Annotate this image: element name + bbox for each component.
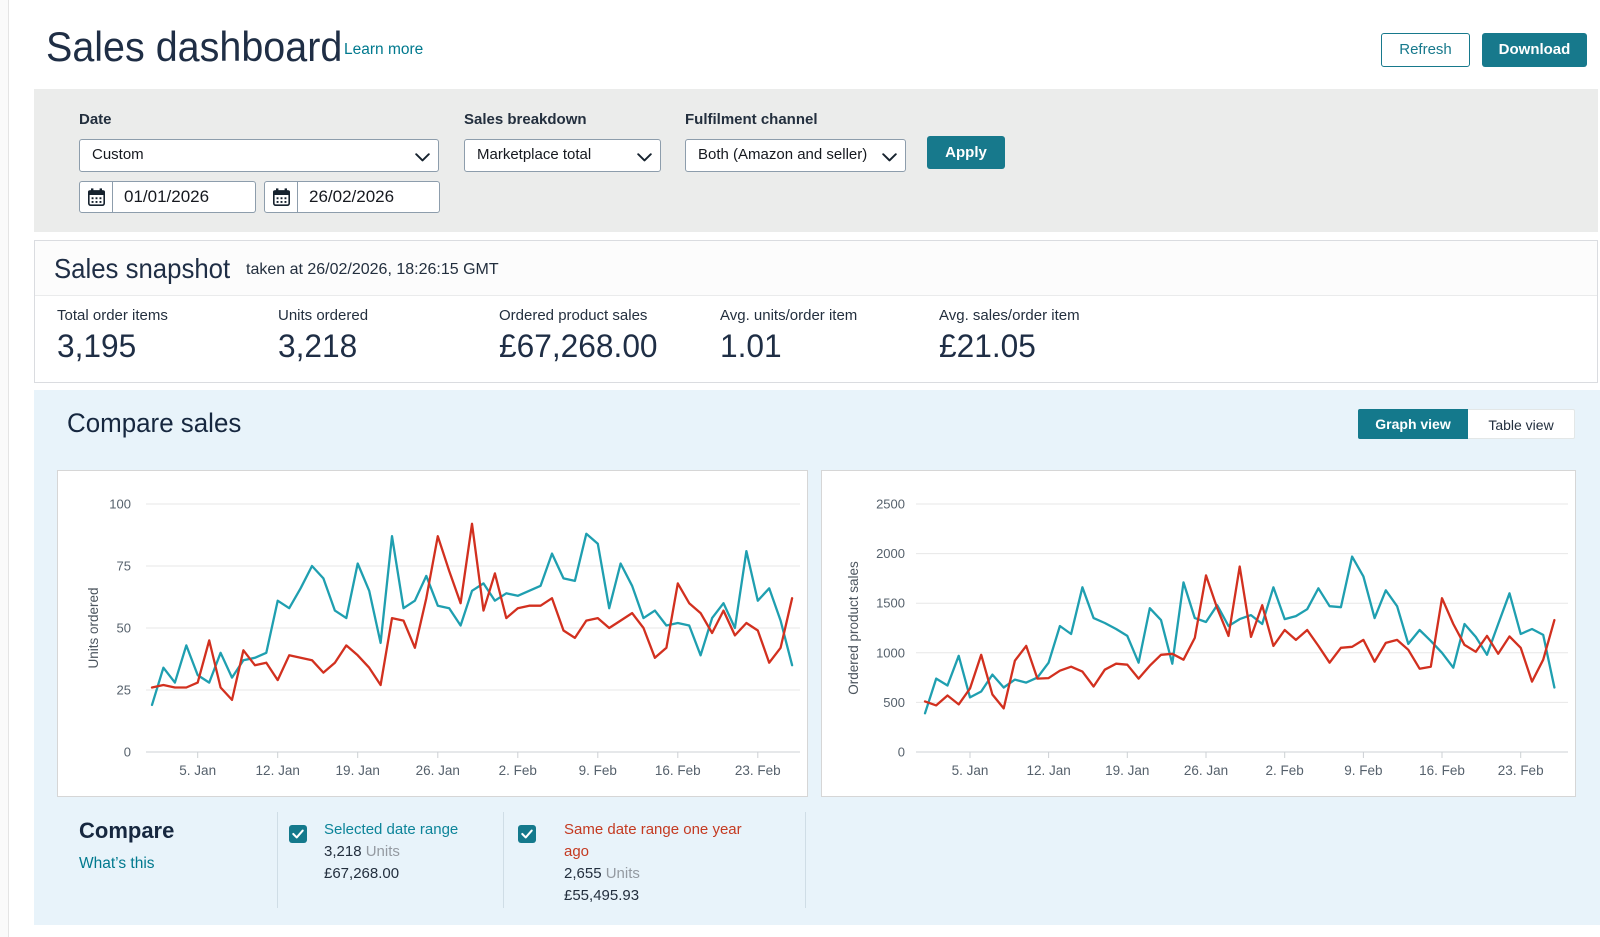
- svg-text:Ordered product sales: Ordered product sales: [846, 561, 861, 695]
- svg-text:Units ordered: Units ordered: [86, 587, 101, 668]
- svg-text:100: 100: [109, 497, 131, 512]
- svg-text:5. Jan: 5. Jan: [179, 763, 216, 778]
- svg-text:16. Feb: 16. Feb: [1419, 763, 1465, 778]
- svg-text:2. Feb: 2. Feb: [499, 763, 537, 778]
- svg-text:500: 500: [883, 695, 905, 710]
- svg-text:12. Jan: 12. Jan: [256, 763, 300, 778]
- svg-text:9. Feb: 9. Feb: [579, 763, 617, 778]
- svg-text:0: 0: [898, 745, 905, 760]
- svg-text:1000: 1000: [876, 645, 905, 660]
- svg-text:2. Feb: 2. Feb: [1266, 763, 1304, 778]
- svg-text:2000: 2000: [876, 546, 905, 561]
- svg-text:5. Jan: 5. Jan: [952, 763, 989, 778]
- svg-text:0: 0: [124, 745, 131, 760]
- svg-text:16. Feb: 16. Feb: [655, 763, 701, 778]
- svg-text:26. Jan: 26. Jan: [416, 763, 460, 778]
- svg-text:23. Feb: 23. Feb: [735, 763, 781, 778]
- svg-text:75: 75: [117, 559, 131, 574]
- svg-text:26. Jan: 26. Jan: [1184, 763, 1228, 778]
- svg-text:19. Jan: 19. Jan: [1105, 763, 1149, 778]
- svg-text:19. Jan: 19. Jan: [336, 763, 380, 778]
- svg-text:50: 50: [117, 621, 131, 636]
- svg-text:12. Jan: 12. Jan: [1026, 763, 1070, 778]
- svg-text:23. Feb: 23. Feb: [1498, 763, 1544, 778]
- svg-text:25: 25: [117, 683, 131, 698]
- svg-text:9. Feb: 9. Feb: [1344, 763, 1382, 778]
- svg-text:1500: 1500: [876, 596, 905, 611]
- svg-text:2500: 2500: [876, 497, 905, 512]
